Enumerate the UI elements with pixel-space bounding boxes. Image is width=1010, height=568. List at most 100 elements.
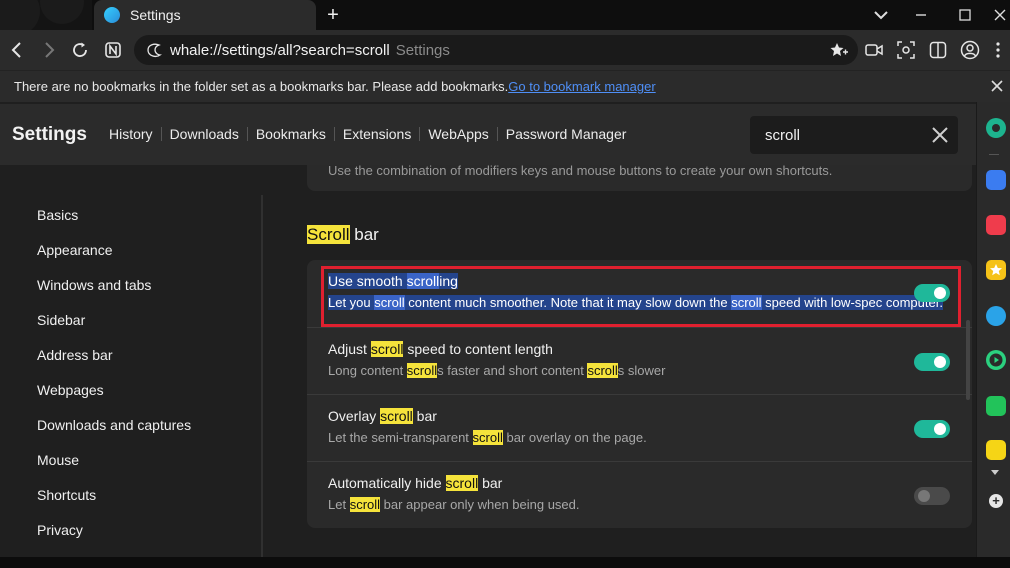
nav-password-manager[interactable]: Password Manager [498,126,635,142]
setting-row-auto-hide-scroll-bar: Automatically hide scroll bar Let scroll… [307,461,972,528]
desc-text: bar overlay on the page. [502,430,647,445]
setting-description: Let scroll bar appear only when being us… [328,497,580,512]
toolbox-icon[interactable] [986,170,1006,190]
search-highlight: scroll [380,408,413,424]
toggle-knob [934,423,946,435]
address-bar[interactable]: whale://settings/all?search=scroll Setti… [134,35,858,65]
sidebar-item-shortcuts[interactable]: Shortcuts [37,487,96,503]
desc-text: Long content [328,363,407,378]
page-title: Settings [12,124,87,145]
adjust-scroll-speed-toggle[interactable] [914,353,950,371]
url-text: whale://settings/all?search=scroll [170,41,390,59]
sidebar-item-mouse[interactable]: Mouse [37,452,79,468]
nav-history[interactable]: History [109,126,161,142]
new-page-icon[interactable] [102,39,124,61]
setting-description: Long content scrolls faster and short co… [328,363,665,378]
title-text: Overlay [328,408,381,424]
url-hint: Settings [395,41,450,59]
search-input[interactable]: scroll [750,116,958,154]
search-highlight: scroll [406,363,438,378]
title-text: Automatically hide [328,475,446,491]
profile-icon[interactable] [960,40,980,60]
sidebar-item-basics[interactable]: Basics [37,207,78,223]
search-highlight: scroll [445,475,479,491]
setting-row-overlay-scroll-bar: Overlay scroll bar Let the semi-transpar… [307,394,972,461]
search-highlight: scroll [349,497,381,512]
annotation-highlight-box [321,266,961,327]
sidebar-item-windows-and-tabs[interactable]: Windows and tabs [37,277,151,293]
bookmark-manager-link[interactable]: Go to bookmark manager [508,79,655,94]
whale-icon [147,43,162,57]
clear-search-icon[interactable] [932,127,948,143]
title-text: bar [478,475,503,491]
back-button[interactable] [6,39,28,61]
content-scrollbar[interactable] [966,320,970,400]
whale-favicon-icon [104,7,120,23]
settings-sidebar: Basics Appearance Windows and tabs Sideb… [0,165,262,557]
sidebar-item-appearance[interactable]: Appearance [37,242,113,258]
toggle-knob [934,356,946,368]
sidebar-item-address-bar[interactable]: Address bar [37,347,112,363]
desc-text: s slower [617,363,666,378]
bookmark-bar-message: There are no bookmarks in the folder set… [14,79,509,94]
forward-button[interactable] [38,39,60,61]
sidebar-item-privacy[interactable]: Privacy [37,522,83,538]
search-highlight: scroll [587,363,618,378]
search-value: scroll [765,126,801,144]
chevron-down-icon[interactable] [991,470,999,475]
sidebar-item-sidebar[interactable]: Sidebar [37,312,85,328]
nav-bookmarks[interactable]: Bookmarks [248,126,334,142]
bottom-bar [0,557,1010,568]
desc-text: Let [328,497,350,512]
tab-settings[interactable]: Settings [94,0,316,30]
search-highlight: Scroll [307,225,350,244]
chevron-down-icon[interactable] [866,0,896,30]
desc-text: s faster and short content [437,363,588,378]
webtoon-icon[interactable] [986,396,1006,416]
settings-nav: History Downloads Bookmarks Extensions W… [109,126,634,142]
bookmark-bar: There are no bookmarks in the folder set… [0,70,1010,102]
sidebar-toggle-icon[interactable] [928,40,948,60]
maximize-icon[interactable] [950,0,980,30]
previous-setting-description: Use the combination of modifiers keys an… [328,165,833,178]
auto-hide-scroll-bar-toggle[interactable] [914,487,950,505]
setting-title: Adjust scroll speed to content length [328,341,553,357]
whale-app-icon[interactable] [986,306,1006,326]
tab-strip: Settings + [0,0,1010,36]
favorites-star-icon[interactable] [986,260,1006,280]
bookmark-star-icon[interactable] [830,42,848,58]
play-icon[interactable] [986,350,1006,370]
section-title-rest: bar [349,225,379,244]
sidebar-item-downloads-and-captures[interactable]: Downloads and captures [37,417,191,433]
search-highlight: scroll [472,430,503,445]
nav-downloads[interactable]: Downloads [162,126,247,142]
desc-text: bar appear only when being used. [380,497,580,512]
nav-extensions[interactable]: Extensions [335,126,419,142]
camera-icon[interactable] [864,40,884,60]
setting-title: Overlay scroll bar [328,408,437,424]
green-circle-app-icon[interactable] [986,118,1006,138]
desc-text: Let the semi-transparent [328,430,473,445]
capture-icon[interactable] [896,40,916,60]
pocket-icon[interactable] [986,215,1006,235]
search-highlight: scroll [370,341,404,357]
tab-strip-decoration [0,0,92,36]
memo-icon[interactable] [986,440,1006,460]
browser-window: Settings + whale://settings/all?search=s… [0,0,1010,568]
setting-row-adjust-scroll-speed: Adjust scroll speed to content length Lo… [307,327,972,394]
close-icon[interactable] [990,79,1004,93]
setting-title: Automatically hide scroll bar [328,475,502,491]
sidebar-divider [989,154,999,155]
minimize-icon[interactable] [906,0,936,30]
overlay-scroll-bar-toggle[interactable] [914,420,950,438]
toggle-knob [918,490,930,502]
settings-header: Settings History Downloads Bookmarks Ext… [0,104,976,165]
close-window-icon[interactable] [985,0,1010,30]
menu-icon[interactable] [992,40,1004,60]
add-icon[interactable]: + [989,494,1003,508]
new-tab-button[interactable]: + [322,4,344,26]
nav-webapps[interactable]: WebApps [420,126,496,142]
reload-button[interactable] [69,39,91,61]
toolbar: whale://settings/all?search=scroll Setti… [0,30,1010,70]
sidebar-item-webpages[interactable]: Webpages [37,382,104,398]
